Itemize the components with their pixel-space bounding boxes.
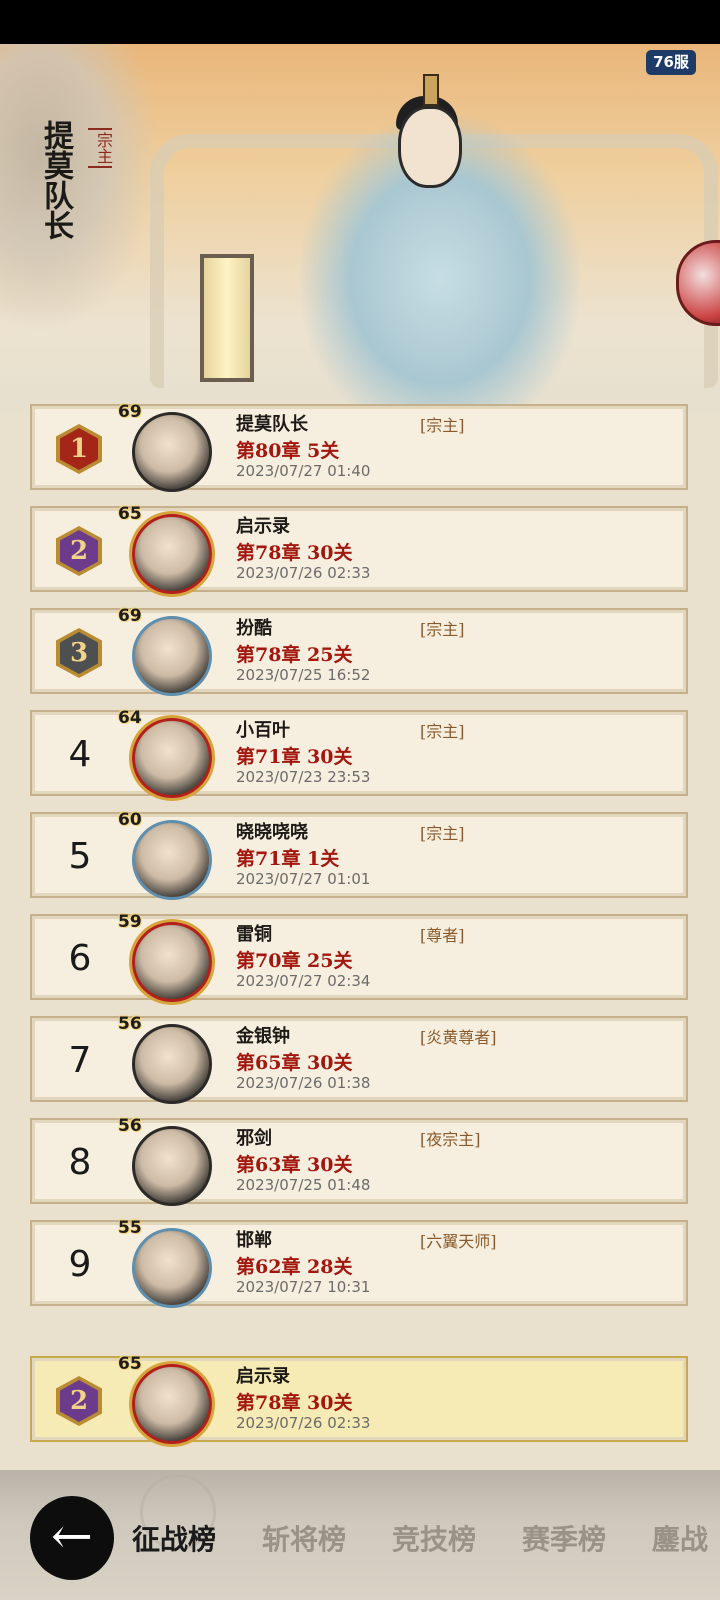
player-name: 金银钟: [236, 1026, 290, 1047]
ranking-row[interactable]: 1 69 提莫队长 [宗主] 第80章 5关 2023/07/27 01:40: [30, 402, 688, 492]
player-title: [尊者]: [420, 926, 465, 945]
my-ranking-row[interactable]: 2 65 启示录 第78章 30关 2023/07/26 02:33: [30, 1354, 688, 1444]
my-level: 65: [118, 1354, 142, 1374]
player-title: [宗主]: [420, 416, 465, 435]
player-name: 邯郸: [236, 1230, 272, 1251]
player-date: 2023/07/27 01:40: [236, 462, 371, 480]
player-name: 扮酷: [236, 618, 272, 639]
tab-campaign-ranking[interactable]: 征战榜: [132, 1518, 216, 1558]
player-stage: 第62章 28关: [236, 1256, 353, 1278]
player-stage: 第65章 30关: [236, 1052, 353, 1074]
player-title: [宗主]: [420, 620, 465, 639]
champion-banner: [0, 44, 720, 414]
ranking-row[interactable]: 3 69 扮酷 [宗主] 第78章 25关 2023/07/25 16:52: [30, 606, 688, 696]
ranking-row[interactable]: 4 64 小百叶 [宗主] 第71章 30关 2023/07/23 23:53: [30, 708, 688, 798]
player-stage: 第70章 25关: [236, 950, 353, 972]
player-level: 60: [118, 810, 142, 830]
rank-medal-2: 2: [56, 526, 102, 576]
ranking-row[interactable]: 6 59 雷铜 [尊者] 第70章 25关 2023/07/27 02:34: [30, 912, 688, 1002]
player-level: 69: [118, 402, 142, 422]
player-name: 启示录: [236, 516, 290, 537]
rank-medal-1: 1: [56, 424, 102, 474]
my-date: 2023/07/26 02:33: [236, 1414, 371, 1432]
player-name: 邪剑: [236, 1128, 272, 1149]
player-name: 小百叶: [236, 720, 290, 741]
rank-number: 4: [68, 734, 92, 775]
player-name: 雷铜: [236, 924, 272, 945]
player-level: 56: [118, 1014, 142, 1034]
player-level: 64: [118, 708, 142, 728]
player-stage: 第78章 30关: [236, 542, 353, 564]
my-rank-medal: 2: [56, 1376, 102, 1426]
rank-number: 6: [68, 938, 92, 979]
server-badge: 76服: [646, 50, 696, 75]
player-date: 2023/07/26 01:38: [236, 1074, 371, 1092]
player-title: [宗主]: [420, 722, 465, 741]
player-stage: 第80章 5关: [236, 440, 340, 462]
tab-season-ranking[interactable]: 赛季榜: [522, 1518, 606, 1558]
player-date: 2023/07/25 01:48: [236, 1176, 371, 1194]
player-stage: 第63章 30关: [236, 1154, 353, 1176]
player-level: 69: [118, 606, 142, 626]
player-date: 2023/07/27 01:01: [236, 870, 371, 888]
player-date: 2023/07/27 02:34: [236, 972, 371, 990]
player-title: [六翼天师]: [420, 1232, 497, 1251]
player-date: 2023/07/25 16:52: [236, 666, 371, 684]
champion-name: 提莫队长: [38, 120, 73, 240]
rank-medal-3: 3: [56, 628, 102, 678]
player-avatar[interactable]: [132, 514, 212, 594]
player-avatar[interactable]: [132, 412, 212, 492]
player-date: 2023/07/27 10:31: [236, 1278, 371, 1296]
tab-general-kill-ranking[interactable]: 斩将榜: [262, 1518, 346, 1558]
player-stage: 第78章 25关: [236, 644, 353, 666]
player-avatar[interactable]: [132, 820, 212, 900]
player-date: 2023/07/26 02:33: [236, 564, 371, 582]
player-title: [夜宗主]: [420, 1130, 481, 1149]
player-title: [炎黄尊者]: [420, 1028, 497, 1047]
player-name: 晓晓哓哓: [236, 822, 308, 843]
player-avatar[interactable]: [132, 718, 212, 798]
player-level: 59: [118, 912, 142, 932]
ranking-row[interactable]: 8 56 邪剑 [夜宗主] 第63章 30关 2023/07/25 01:48: [30, 1116, 688, 1206]
player-title: [宗主]: [420, 824, 465, 843]
rank-number: 5: [68, 836, 92, 877]
my-avatar[interactable]: [132, 1364, 212, 1444]
player-stage: 第71章 30关: [236, 746, 353, 768]
player-avatar[interactable]: [132, 1126, 212, 1206]
player-date: 2023/07/23 23:53: [236, 768, 371, 786]
rank-number: 7: [68, 1040, 92, 1081]
player-level: 65: [118, 504, 142, 524]
my-stage: 第78章 30关: [236, 1392, 353, 1414]
ranking-row[interactable]: 7 56 金银钟 [炎黄尊者] 第65章 30关 2023/07/26 01:3…: [30, 1014, 688, 1104]
hero-head: [398, 106, 462, 188]
tab-arena-ranking[interactable]: 竞技榜: [392, 1518, 476, 1558]
player-avatar[interactable]: [132, 1228, 212, 1308]
status-bar: [0, 0, 720, 44]
dragon-cloud-decoration: [0, 44, 160, 334]
player-level: 56: [118, 1116, 142, 1136]
back-arrow-icon[interactable]: ←: [30, 1496, 114, 1580]
rank-number: 9: [68, 1244, 92, 1285]
ranking-row[interactable]: 2 65 启示录 第78章 30关 2023/07/26 02:33: [30, 504, 688, 594]
ranking-row[interactable]: 5 60 晓晓哓哓 [宗主] 第71章 1关 2023/07/27 01:01: [30, 810, 688, 900]
player-avatar[interactable]: [132, 1024, 212, 1104]
hero-crown: [423, 74, 439, 106]
my-name: 启示录: [236, 1366, 290, 1387]
player-name: 提莫队长: [236, 414, 308, 435]
player-avatar[interactable]: [132, 922, 212, 1002]
rank-number: 8: [68, 1142, 92, 1183]
player-avatar[interactable]: [132, 616, 212, 696]
player-level: 55: [118, 1218, 142, 1238]
ranking-row[interactable]: 9 55 邯郸 [六翼天师] 第62章 28关 2023/07/27 10:31: [30, 1218, 688, 1308]
tab-battle-ranking[interactable]: 鏖战: [652, 1518, 720, 1558]
player-stage: 第71章 1关: [236, 848, 340, 870]
champion-title: 宗主: [88, 128, 113, 168]
lantern-illustration: [200, 254, 254, 382]
